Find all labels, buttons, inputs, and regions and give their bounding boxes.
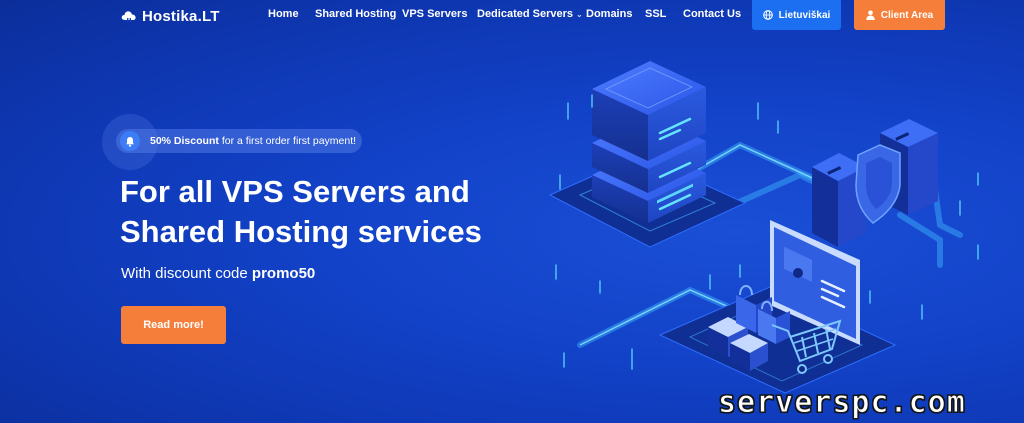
- nav-domains[interactable]: Domains: [586, 8, 632, 20]
- hero-title-line2: Shared Hosting services: [120, 214, 482, 249]
- nav-domains-label: Domains: [586, 8, 633, 20]
- hosting-illustration: [548, 61, 979, 394]
- client-area-button[interactable]: Client Area: [854, 0, 945, 30]
- read-more-label: Read more!: [143, 319, 204, 331]
- nav-ssl[interactable]: SSL: [645, 8, 666, 20]
- hero-title-line1: For all VPS Servers and: [120, 174, 470, 209]
- nav-contact-us-label: Contact Us: [683, 8, 742, 20]
- nav-ssl-label: SSL: [645, 8, 667, 20]
- subtitle-prefix: With discount code: [121, 265, 248, 282]
- nav-shared-hosting-label: Shared Hosting: [315, 8, 397, 20]
- main-server-stack: [592, 61, 706, 223]
- language-label: Lietuviškai: [778, 9, 831, 21]
- cloud-logo-icon: [121, 11, 136, 22]
- discount-badge: 50% Discount for a first order first pay…: [116, 129, 362, 153]
- hero-title: For all VPS Servers and Shared Hosting s…: [120, 172, 520, 252]
- top-navigation: Hostika.LT Home Shared Hosting VPS Serve…: [0, 0, 1024, 30]
- nav-dedicated-servers[interactable]: Dedicated Servers ⌄: [477, 8, 583, 20]
- promo-code: promo50: [251, 265, 316, 282]
- shield-icon: [855, 144, 901, 224]
- nav-vps-servers[interactable]: VPS Servers: [402, 8, 467, 20]
- badge-text: for a first order first payment!: [221, 135, 357, 147]
- nav-home[interactable]: Home: [268, 8, 299, 20]
- chevron-down-icon: ⌄: [576, 9, 583, 19]
- brand-logo[interactable]: Hostika.LT: [121, 7, 220, 25]
- nav-contact-us[interactable]: Contact Us: [683, 8, 741, 20]
- brand-name: Hostika.LT: [142, 7, 220, 25]
- bell-icon: [120, 131, 140, 151]
- nav-shared-hosting[interactable]: Shared Hosting: [315, 8, 396, 20]
- globe-icon: [762, 10, 773, 20]
- hero-subtitle: With discount code promo50: [121, 265, 315, 282]
- badge-strong-text: 50% Discount: [150, 135, 219, 147]
- watermark-text: serverspc.com: [718, 385, 966, 421]
- read-more-button[interactable]: Read more!: [121, 306, 226, 344]
- nav-vps-servers-label: VPS Servers: [402, 8, 468, 20]
- language-button[interactable]: Lietuviškai: [752, 0, 841, 30]
- client-area-label: Client Area: [880, 9, 934, 21]
- user-icon: [866, 10, 875, 20]
- nav-dedicated-servers-label: Dedicated Servers: [477, 8, 573, 20]
- nav-home-label: Home: [268, 8, 299, 20]
